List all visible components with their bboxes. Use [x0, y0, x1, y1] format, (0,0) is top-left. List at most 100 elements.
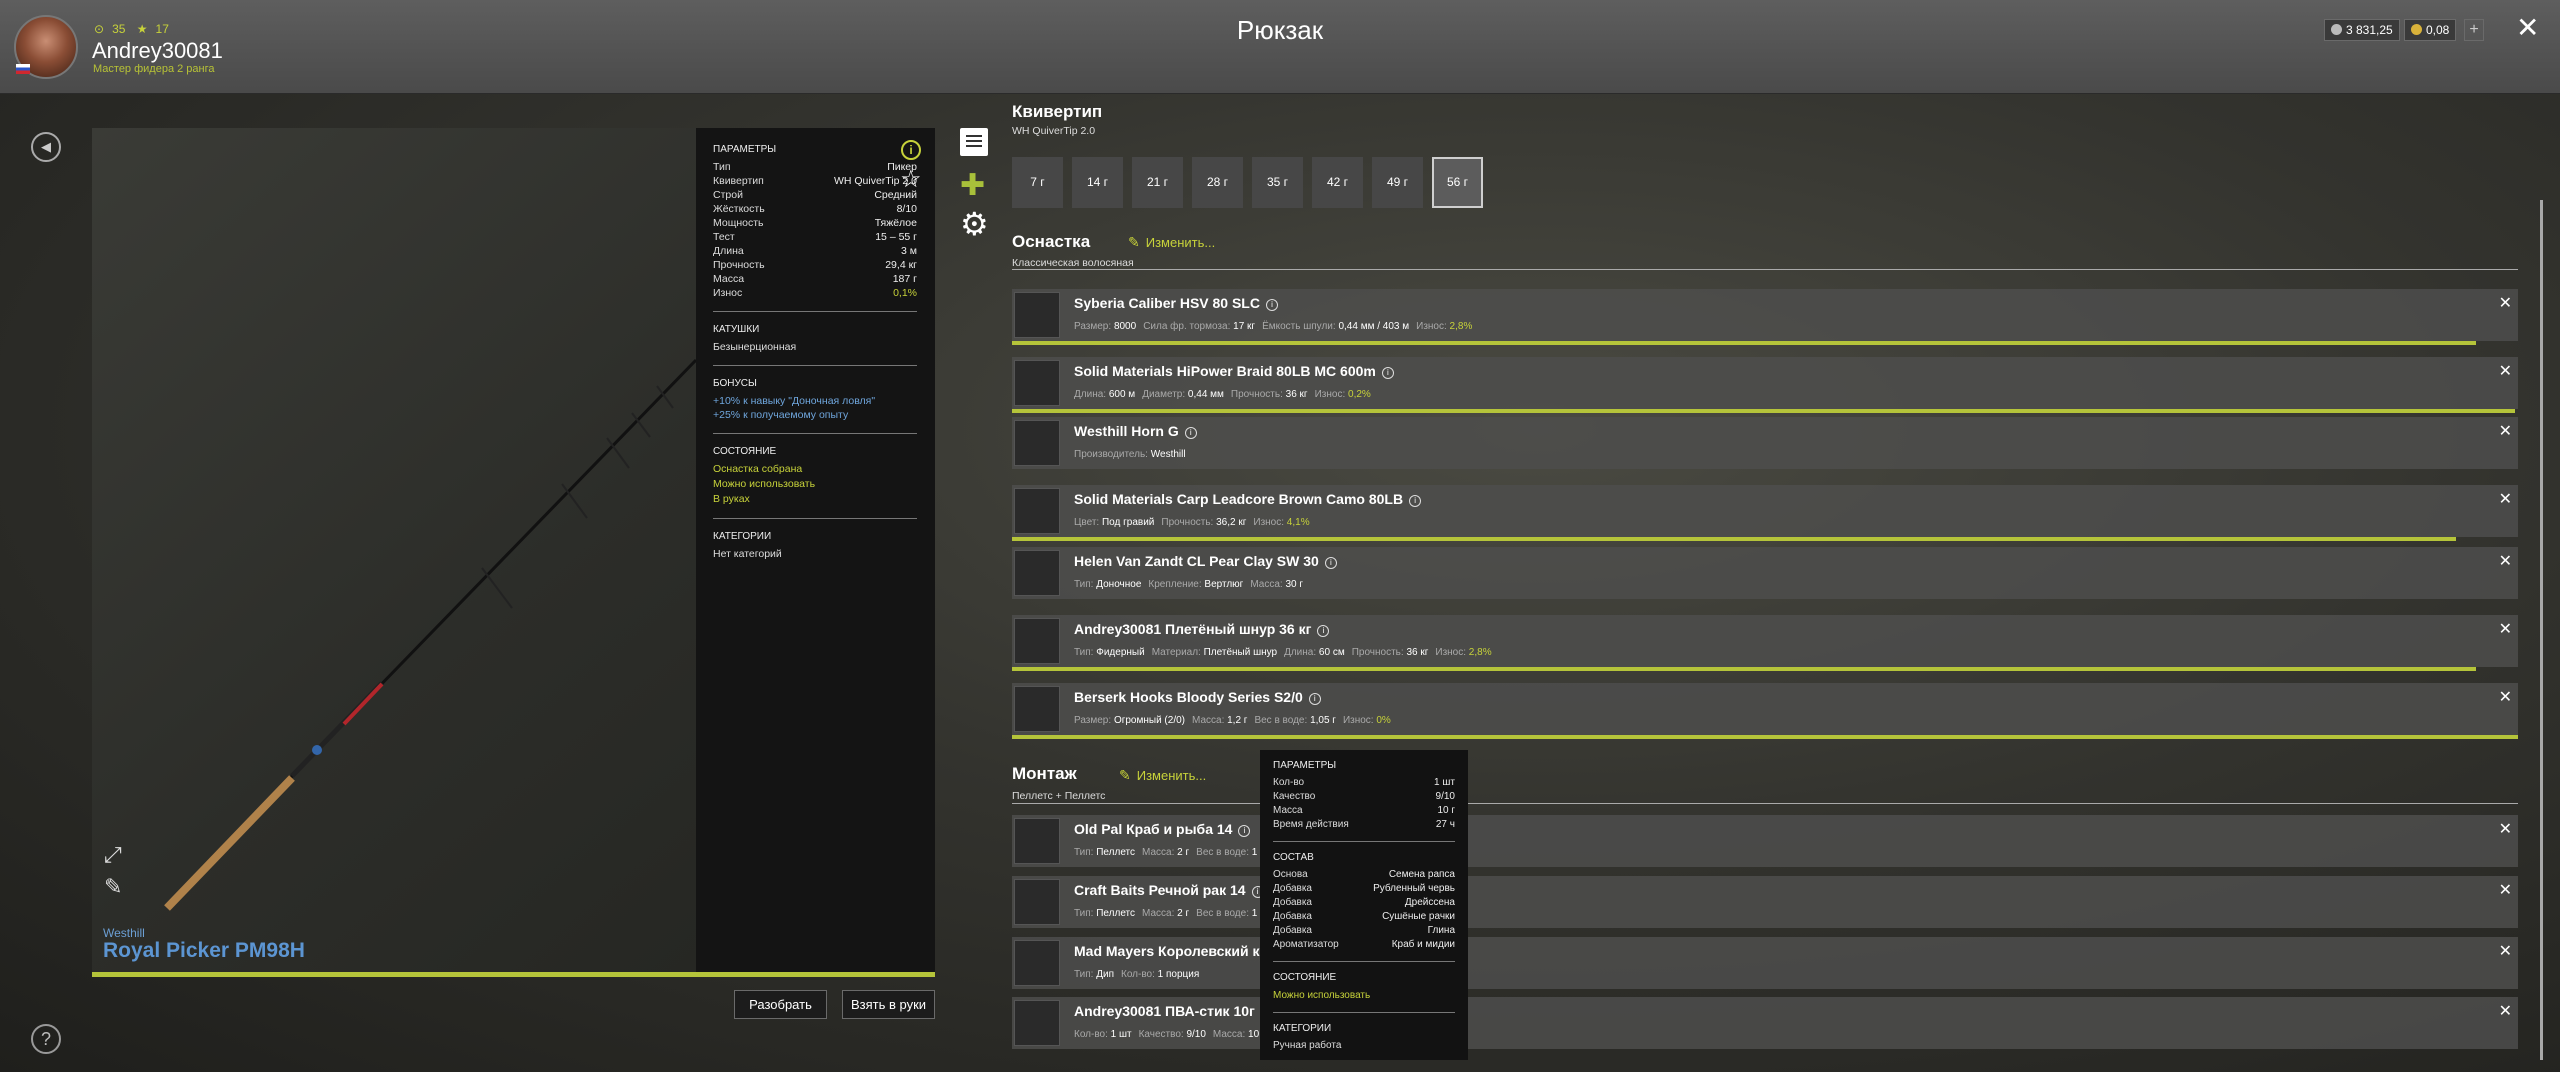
close-icon[interactable]: ✕: [2516, 14, 2539, 42]
weight-button[interactable]: 35 г: [1252, 157, 1303, 208]
info-icon[interactable]: i: [1308, 693, 1321, 705]
categories-title: Категории: [713, 531, 772, 542]
param-value: 15 – 55 г: [875, 231, 917, 243]
param-row: Добавка Рубленный червь: [1273, 882, 1455, 896]
take-in-hands-button[interactable]: Взять в руки: [842, 990, 935, 1019]
param-row: Жёсткость 8/10: [713, 202, 917, 216]
add-currency-button[interactable]: +: [2464, 19, 2484, 41]
item-row[interactable]: Solid Materials HiPower Braid 80LB MC 60…: [1012, 357, 2518, 413]
weight-button[interactable]: 56 г: [1432, 157, 1483, 208]
gold-amount: 0,08: [2426, 23, 2450, 37]
info-icon[interactable]: i: [1381, 367, 1394, 379]
prop-label: Качество:: [1138, 1029, 1184, 1040]
remove-icon[interactable]: ✕: [2499, 489, 2512, 509]
item-row[interactable]: Andrey30081 ПВА-стик 10гi Кол-во: 1 шт Кач…: [1012, 997, 2518, 1049]
item-name-text: Syberia Caliber HSV 80 SLC: [1074, 295, 1260, 311]
item-row[interactable]: Craft Baits Речной рак 14 i Тип: Пеллетс Ма…: [1012, 876, 2518, 928]
tooltip-params-title: Параметры: [1273, 760, 1337, 771]
prop-label: Диаметр:: [1142, 389, 1186, 400]
info-icon[interactable]: i: [1317, 625, 1330, 637]
info-icon[interactable]: i: [1265, 299, 1278, 311]
item-name: Solid Materials Carp Leadcore Brown Camo…: [1074, 491, 1422, 507]
disassemble-button[interactable]: Разобрать: [734, 990, 827, 1019]
item-row[interactable]: Helen Van Zandt CL Pear Clay SW 30 i Тип: …: [1012, 547, 2518, 599]
prop-value: 0,44 мм: [1187, 389, 1224, 400]
remove-icon[interactable]: ✕: [2499, 880, 2512, 900]
param-value: Семена рапса: [1388, 869, 1455, 880]
edit-icon: ✎: [1128, 234, 1140, 250]
weight-button[interactable]: 7 г: [1012, 157, 1063, 208]
weight-button[interactable]: 42 г: [1312, 157, 1363, 208]
remove-icon[interactable]: ✕: [2499, 551, 2512, 571]
prop-label: Ёмкость шпули:: [1262, 321, 1336, 332]
info-icon[interactable]: i: [1409, 495, 1422, 507]
param-row: Износ 0,1%: [713, 286, 917, 300]
remove-icon[interactable]: ✕: [2499, 361, 2512, 381]
param-row: Масса 187 г: [713, 272, 917, 286]
param-value: 3 м: [901, 245, 917, 257]
weight-button[interactable]: 49 г: [1372, 157, 1423, 208]
expand-icon[interactable]: ⤢: [104, 842, 122, 868]
item-row[interactable]: Mad Mayers Королевский крi Тип: Дип Кол-во…: [1012, 937, 2518, 989]
puzzle-icon[interactable]: ✚: [960, 171, 988, 201]
prop-value: 36 кг: [1285, 389, 1308, 400]
rod-params-list: Тип Пикер Квивертип WH QuiverTip 2.0 Строй Ср…: [713, 160, 917, 300]
param-label: Износ: [713, 287, 743, 299]
prop-value: Дип: [1096, 969, 1115, 980]
divider: [713, 311, 917, 312]
rig-edit-link[interactable]: ✎ Изменить...: [1128, 234, 1215, 251]
silver-coin-icon: [2331, 24, 2342, 35]
prop-label: Цвет:: [1074, 517, 1100, 528]
info-icon[interactable]: i: [1238, 825, 1251, 837]
gear-icon[interactable]: ⚙: [960, 208, 989, 240]
item-row[interactable]: Old Pal Краб и рыба 14 i Тип: Пеллетс Масса…: [1012, 815, 2518, 867]
weight-button[interactable]: 21 г: [1132, 157, 1183, 208]
remove-icon[interactable]: ✕: [2499, 293, 2512, 313]
reel-type: Безынерционная: [713, 341, 797, 353]
edit-icon: ✎: [1119, 767, 1131, 783]
prop-label: Масса:: [1142, 847, 1175, 858]
player-rank: Мастер фидера 2 ранга: [93, 63, 215, 75]
remove-icon[interactable]: ✕: [2499, 1001, 2512, 1021]
remove-icon[interactable]: ✕: [2499, 819, 2512, 839]
back-icon[interactable]: ◀: [31, 132, 61, 162]
divider: [1273, 1012, 1455, 1013]
mount-edit-link[interactable]: ✎ Изменить...: [1119, 767, 1206, 784]
remove-icon[interactable]: ✕: [2499, 421, 2512, 441]
item-row[interactable]: Westhill Horn G i Производитель: Westhill ✕: [1012, 417, 2518, 469]
help-icon[interactable]: ?: [31, 1024, 61, 1054]
prop-value: 600 м: [1108, 389, 1136, 400]
condition-bar: [1012, 341, 2476, 345]
param-value: 1 шт: [1434, 777, 1455, 788]
scrollbar[interactable]: [2540, 200, 2543, 1060]
quivertip-subtitle: WH QuiverTip 2.0: [1012, 125, 1096, 137]
silver-wallet: 3 831,25: [2324, 19, 2400, 41]
prop-label: Прочность:: [1161, 517, 1214, 528]
remove-icon[interactable]: ✕: [2499, 619, 2512, 639]
item-row[interactable]: Solid Materials Carp Leadcore Brown Camo…: [1012, 485, 2518, 541]
item-row[interactable]: Andrey30081 Плетёный шнур 36 кг i Тип: Фид…: [1012, 615, 2518, 671]
item-thumbnail: [1014, 686, 1060, 732]
condition-bar: [1012, 735, 2518, 739]
gold-wallet: 0,08: [2404, 19, 2457, 41]
state-title: Состояние: [713, 446, 777, 457]
info-icon[interactable]: i: [1324, 557, 1337, 569]
prop-label: Вес в воде:: [1196, 847, 1249, 858]
divider: [713, 518, 917, 519]
item-properties: Тип: Пеллетс Масса: 2 г Вес в воде: 1 г: [1074, 908, 1271, 919]
remove-icon[interactable]: ✕: [2499, 687, 2512, 707]
favorite-star-icon[interactable]: ☆: [900, 168, 922, 192]
document-icon[interactable]: [960, 128, 988, 156]
item-row[interactable]: Berserk Hooks Bloody Series S2/0 i Размер:…: [1012, 683, 2518, 739]
weight-button[interactable]: 28 г: [1192, 157, 1243, 208]
info-icon[interactable]: i: [901, 140, 921, 160]
bonuses-title: Бонусы: [713, 378, 757, 389]
pencil-icon[interactable]: ✎: [104, 874, 122, 900]
item-row[interactable]: Syberia Caliber HSV 80 SLC i Размер: 8000 С…: [1012, 289, 2518, 345]
weight-button[interactable]: 14 г: [1072, 157, 1123, 208]
param-row: Основа Семена рапса: [1273, 868, 1455, 882]
remove-icon[interactable]: ✕: [2499, 941, 2512, 961]
prop-value: 2 г: [1177, 847, 1190, 858]
item-name: Old Pal Краб и рыба 14 i: [1074, 821, 1251, 837]
info-icon[interactable]: i: [1184, 427, 1197, 439]
